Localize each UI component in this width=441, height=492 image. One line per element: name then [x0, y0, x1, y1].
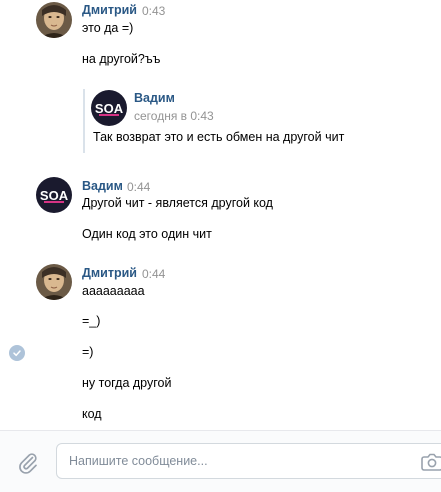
message-time[interactable]: 0:44: [142, 267, 165, 281]
avatar-dmitry[interactable]: [36, 264, 72, 300]
forwarded-bar: [83, 89, 85, 153]
author-name[interactable]: Дмитрий: [82, 3, 137, 17]
message-input[interactable]: Напишите сообщение...: [56, 443, 441, 479]
message-text: ааааааааа: [82, 284, 145, 298]
message-placeholder: Напишите сообщение...: [69, 454, 208, 468]
message-text: на другой?ъъ: [82, 52, 161, 66]
message-time[interactable]: 0:44: [127, 180, 150, 194]
forwarded-author[interactable]: Вадим: [134, 91, 175, 105]
message-text: код: [82, 407, 102, 421]
message-text: это да =): [82, 21, 134, 35]
avatar-vadim-forwarded[interactable]: SOA: [91, 90, 127, 126]
checkmark-icon[interactable]: [9, 345, 25, 361]
composer: Напишите сообщение...: [0, 430, 441, 492]
author-name[interactable]: Дмитрий: [82, 266, 137, 280]
forwarded-date[interactable]: сегодня в 0:43: [134, 109, 214, 123]
attach-icon[interactable]: [16, 451, 40, 475]
message-text: Другой чит - является другой код: [82, 196, 273, 210]
message-text: ну тогда другой: [82, 376, 172, 390]
message-time[interactable]: 0:43: [142, 4, 165, 18]
camera-icon[interactable]: [421, 452, 441, 472]
message-text: =_): [82, 314, 101, 328]
message-text: Один код это один чит: [82, 227, 212, 241]
logo-text: SOA: [40, 188, 69, 203]
avatar-dmitry[interactable]: [36, 2, 72, 38]
author-name[interactable]: Вадим: [82, 179, 123, 193]
message-text: =): [82, 345, 94, 359]
message-history: Дмитрий 0:43 это да =) на другой?ъъ SOA …: [0, 0, 441, 430]
forwarded-text: Так возврат это и есть обмен на другой ч…: [93, 130, 345, 144]
logo-text: SOA: [95, 101, 124, 116]
avatar-vadim[interactable]: SOA: [36, 177, 72, 213]
